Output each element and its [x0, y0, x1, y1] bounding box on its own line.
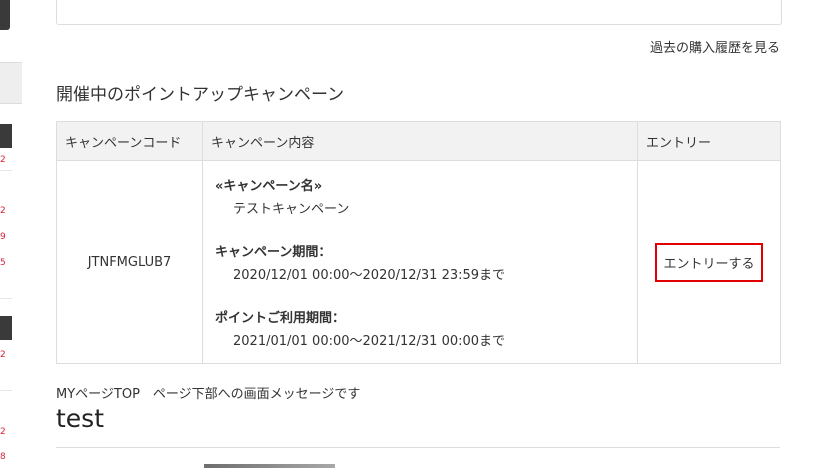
purchase-history-link[interactable]: 過去の購入履歴を見る [650, 37, 780, 56]
free-area-heading: test [56, 404, 105, 433]
campaign-period-label: キャンペーン期間： [215, 245, 332, 260]
campaign-content: «キャンペーン名» テストキャンペーン キャンペーン期間： 2020/12/01… [202, 160, 638, 364]
entry-cell: エントリーする [637, 160, 781, 364]
sidebar-item-mark[interactable]: 5 [0, 258, 6, 268]
campaign-name-label: «キャンペーン名» [215, 179, 323, 194]
sidebar-header [0, 316, 12, 340]
table-row: JTNFMGLUB7 «キャンペーン名» テストキャンペーン キャンペーン期間：… [56, 160, 781, 364]
sidebar-item-mark[interactable]: 2 [0, 155, 6, 165]
section-title: 開催中のポイントアップキャンペーン [56, 85, 345, 105]
usage-period-block: ポイントご利用期間： 2021/01/01 00:00～2021/12/31 0… [215, 307, 637, 349]
sidebar-item-mark[interactable]: 2 [0, 427, 6, 437]
campaign-period-value: 2020/12/01 00:00～2020/12/31 23:59まで [233, 268, 506, 283]
entry-button[interactable]: エントリーする [655, 242, 763, 282]
header-campaign-content: キャンペーン内容 [202, 121, 638, 161]
banner-image [204, 464, 335, 468]
sidebar-header [0, 124, 12, 148]
sidebar-button[interactable] [0, 0, 10, 30]
header-entry: エントリー [637, 121, 781, 161]
campaign-code: JTNFMGLUB7 [56, 160, 203, 364]
sidebar-item-mark[interactable]: 2 [0, 350, 6, 360]
sidebar-divider [0, 298, 12, 299]
header-campaign-code: キャンペーンコード [56, 121, 203, 161]
left-sidebar: 2 2 9 5 2 2 8 [0, 0, 22, 468]
sidebar-item-mark[interactable]: 2 [0, 206, 6, 216]
divider [56, 447, 780, 448]
sidebar-item-mark[interactable]: 9 [0, 232, 6, 242]
usage-period-value: 2021/01/01 00:00～2021/12/31 00:00まで [233, 334, 506, 349]
purchase-summary-box [56, 0, 782, 25]
sidebar-item-mark[interactable]: 8 [0, 452, 6, 462]
table-header-row: キャンペーンコード キャンペーン内容 エントリー [56, 121, 781, 161]
campaign-name-value: テストキャンペーン [233, 202, 350, 217]
page-bottom-message: MYページTOP ページ下部への画面メッセージです [56, 387, 361, 402]
campaign-name-block: «キャンペーン名» テストキャンペーン [215, 175, 637, 217]
campaign-period-block: キャンペーン期間： 2020/12/01 00:00～2020/12/31 23… [215, 241, 637, 283]
campaign-table: キャンペーンコード キャンペーン内容 エントリー JTNFMGLUB7 «キャン… [56, 121, 781, 364]
sidebar-divider [0, 170, 12, 171]
sidebar-panel [0, 62, 22, 104]
sidebar-divider [0, 390, 12, 391]
usage-period-label: ポイントご利用期間： [215, 311, 346, 326]
